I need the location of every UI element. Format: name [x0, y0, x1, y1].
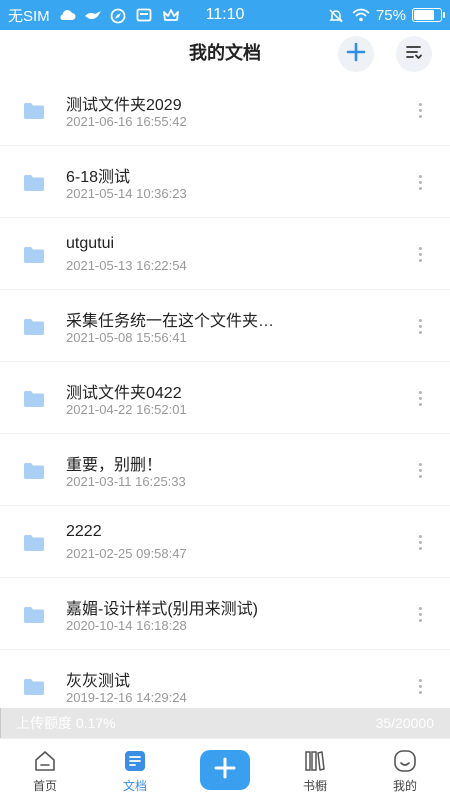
document-list: 测试文件夹2029 2021-06-16 16:55:42 6-18测试 2021-0…	[0, 74, 450, 708]
tab-home-label: 首页	[32, 779, 57, 793]
folder-icon	[23, 678, 45, 696]
tab-bookshelf-label: 书橱	[302, 779, 327, 793]
list-item[interactable]: 2222 2021-02-25 09:58:47	[0, 506, 450, 578]
more-options-icon[interactable]	[412, 242, 428, 266]
more-options-icon[interactable]	[412, 98, 428, 122]
folder-icon	[23, 102, 45, 120]
folder-icon	[23, 174, 45, 192]
tab-profile-label: 我的	[392, 779, 417, 793]
tab-bookshelf[interactable]: 书橱	[270, 739, 360, 800]
battery-icon	[412, 8, 445, 22]
more-options-icon[interactable]	[412, 530, 428, 554]
quota-progress-fill	[0, 708, 1, 738]
folder-icon	[23, 246, 45, 264]
more-options-icon[interactable]	[412, 386, 428, 410]
battery-level	[414, 10, 434, 20]
file-date: 2021-06-16 16:55:42	[66, 114, 187, 129]
file-date: 2021-05-13 16:22:54	[66, 258, 187, 273]
plus-icon	[214, 757, 236, 784]
file-name: 2222	[66, 523, 102, 540]
tab-profile[interactable]: 我的	[360, 739, 450, 800]
tab-documents-label: 文档	[122, 779, 147, 793]
wifi-icon	[352, 8, 370, 22]
file-name: 测试文件夹2029	[66, 97, 182, 114]
tab-documents[interactable]: 文档	[90, 739, 180, 800]
more-options-icon[interactable]	[412, 602, 428, 626]
home-icon	[33, 749, 57, 773]
more-options-icon[interactable]	[412, 674, 428, 698]
add-button[interactable]	[338, 36, 374, 72]
center-add-button[interactable]	[200, 750, 250, 790]
sort-button[interactable]	[396, 36, 432, 72]
folder-icon	[23, 462, 45, 480]
bottom-tab-bar: 首页 文档 书橱 我的	[0, 738, 450, 800]
page-title: 我的文档	[189, 43, 261, 63]
battery-percent: 75%	[375, 6, 406, 24]
folder-icon	[23, 390, 45, 408]
list-item[interactable]: 嘉媚-设计样式(别用来测试) 2020-10-14 16:18:28	[0, 578, 450, 650]
status-right: 75%	[328, 0, 445, 30]
file-date: 2021-04-22 16:52:01	[66, 402, 187, 417]
mute-icon	[328, 8, 346, 23]
file-date: 2021-03-11 16:25:33	[66, 474, 186, 489]
file-date: 2021-02-25 09:58:47	[66, 546, 187, 561]
quota-count: 35/20000	[375, 715, 434, 731]
list-item[interactable]: 重要，别删！ 2021-03-11 16:25:33	[0, 434, 450, 506]
list-item[interactable]: 6-18测试 2021-05-14 10:36:23	[0, 146, 450, 218]
file-name: utgutui	[66, 235, 115, 252]
profile-icon	[393, 749, 417, 773]
folder-icon	[23, 534, 45, 552]
list-item[interactable]: 采集任务统一在这个文件夹… 2021-05-08 15:56:41	[0, 290, 450, 362]
quota-label: 上传额度 0.17%	[16, 715, 116, 731]
status-bar: 无SIM 11:10 75%	[0, 0, 450, 30]
file-date: 2021-05-08 15:56:41	[66, 330, 187, 345]
list-item[interactable]: 测试文件夹0422 2021-04-22 16:52:01	[0, 362, 450, 434]
tab-home[interactable]: 首页	[0, 739, 90, 800]
bookshelf-icon	[303, 749, 327, 773]
file-date: 2020-10-14 16:18:28	[66, 618, 187, 633]
file-name: 灰灰测试	[66, 673, 131, 690]
file-date: 2019-12-16 14:29:24	[66, 690, 187, 705]
plus-icon	[346, 42, 366, 67]
more-options-icon[interactable]	[412, 458, 428, 482]
app-header: 我的文档	[0, 30, 450, 76]
file-name: 6-18测试	[66, 169, 131, 186]
folder-icon	[23, 318, 45, 336]
list-item[interactable]: 测试文件夹2029 2021-06-16 16:55:42	[0, 74, 450, 146]
file-name: 重要，别删！	[66, 457, 163, 474]
upload-quota-bar: 上传额度 0.17% 35/20000	[0, 708, 450, 738]
file-name: 嘉媚-设计样式(别用来测试)	[66, 601, 258, 618]
file-name: 采集任务统一在这个文件夹…	[66, 313, 275, 330]
folder-icon	[23, 606, 45, 624]
file-date: 2021-05-14 10:36:23	[66, 186, 187, 201]
more-options-icon[interactable]	[412, 170, 428, 194]
list-item[interactable]: 灰灰测试 2019-12-16 14:29:24	[0, 650, 450, 708]
list-item[interactable]: utgutui 2021-05-13 16:22:54	[0, 218, 450, 290]
sort-icon	[404, 42, 424, 67]
document-icon	[123, 749, 147, 773]
more-options-icon[interactable]	[412, 314, 428, 338]
file-name: 测试文件夹0422	[66, 385, 182, 402]
